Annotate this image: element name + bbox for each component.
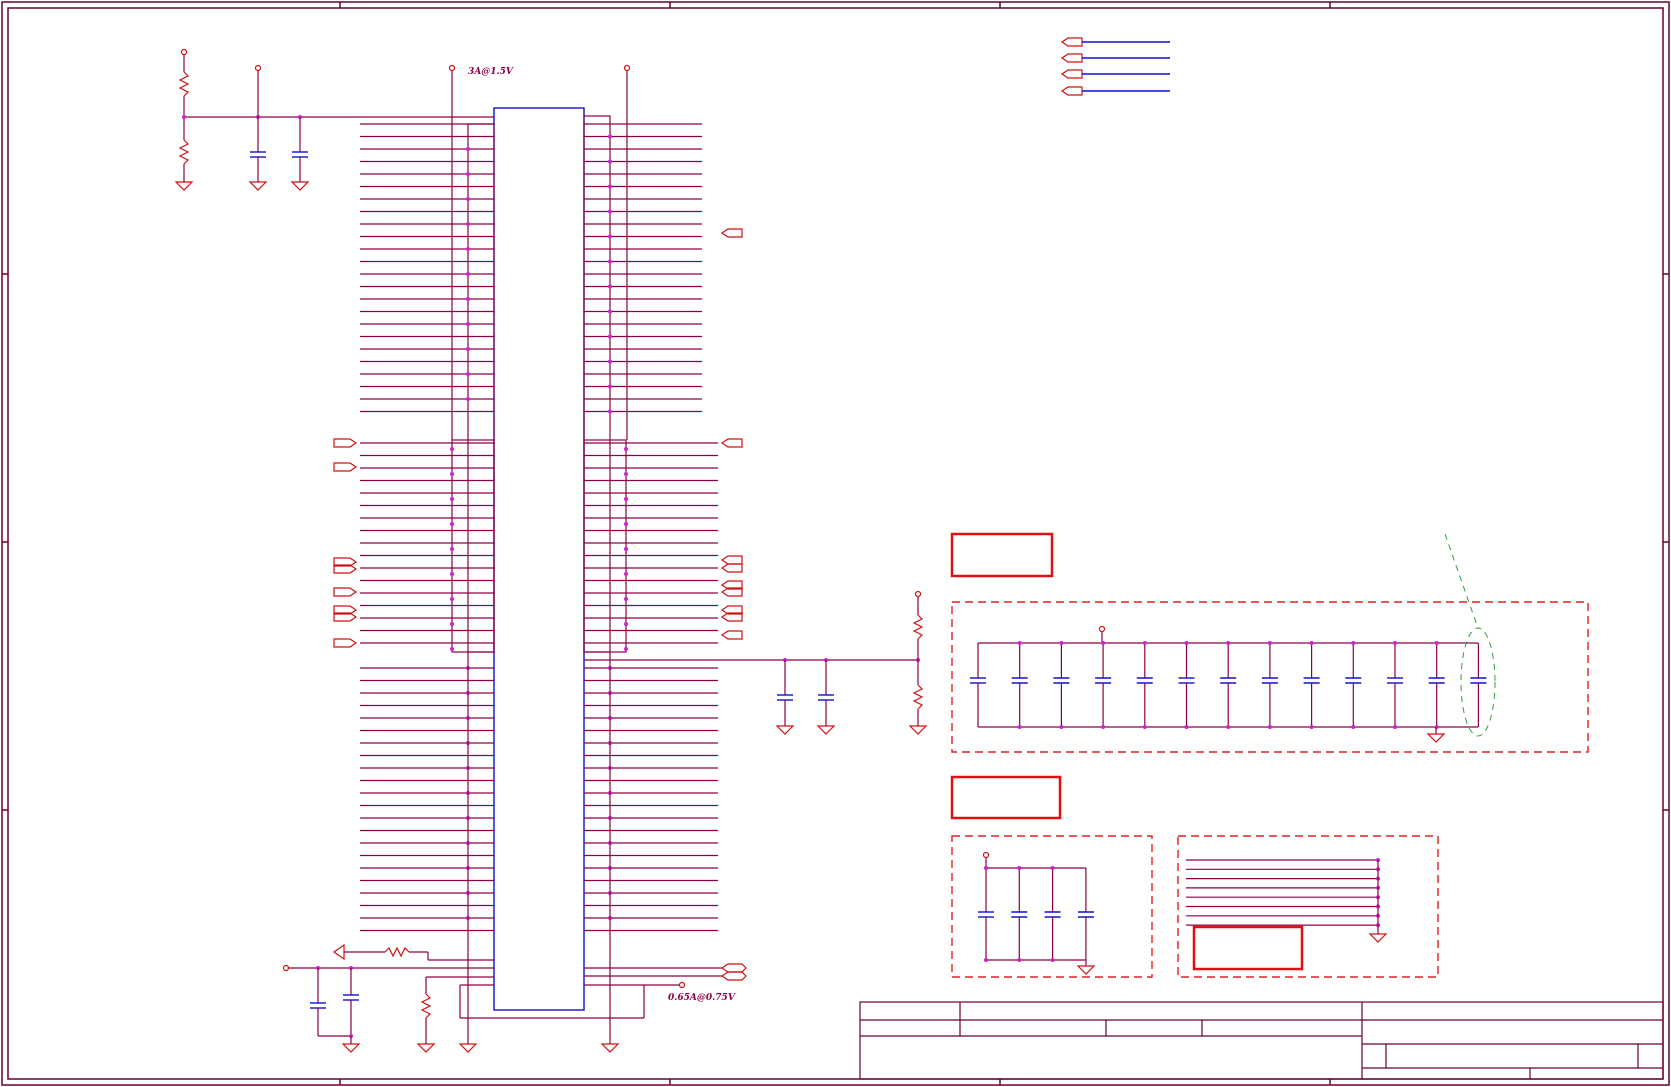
pin-junction	[608, 259, 612, 264]
cap-junction	[1017, 866, 1022, 870]
chip-pin-wires	[333, 123, 743, 932]
output-port-flag	[720, 228, 743, 238]
pin-junction	[624, 447, 628, 451]
cap-junction	[984, 958, 988, 962]
title-block	[859, 1001, 1664, 1080]
cap-junction	[1101, 641, 1106, 645]
pin-junction	[608, 159, 612, 164]
cap-junction	[1393, 725, 1397, 729]
schematic-sheet: 3A@1.5V 0.65A@0.75V	[1, 1, 1670, 1086]
pin-junction	[450, 547, 454, 551]
cap-junction	[1226, 641, 1231, 645]
pin-junction	[450, 522, 454, 526]
cap-junction	[1050, 866, 1055, 870]
input-port-arrow	[333, 438, 358, 448]
cap-junction	[1101, 725, 1106, 729]
pin-junction	[466, 247, 470, 251]
cap-junction	[1142, 725, 1147, 729]
power-rails-top: 3A@1.5V	[448, 64, 631, 440]
pin-junction	[450, 447, 454, 451]
cap-junction	[1309, 641, 1314, 645]
pin-junction	[624, 472, 628, 476]
bottom-left-circuit: 0.65A@0.75V	[282, 652, 747, 1053]
pin-junction	[608, 359, 612, 364]
pin-junction	[608, 209, 612, 214]
bus-labels	[1060, 37, 1170, 96]
cap-junction	[1351, 725, 1356, 729]
vref-divider	[174, 48, 494, 191]
pin-junction	[624, 622, 628, 626]
pin-junction	[450, 497, 454, 501]
cap-junction	[1309, 725, 1314, 729]
cap-junction	[1226, 725, 1231, 729]
pin-junction	[608, 409, 612, 414]
pin-junction	[624, 597, 628, 601]
pin-junction	[450, 622, 454, 626]
vtt-divider	[584, 590, 928, 735]
pin-junction	[466, 222, 470, 226]
cap-junction	[1434, 725, 1439, 729]
pin-junction	[450, 472, 454, 476]
output-port-flag	[720, 555, 743, 565]
nc-bus-lines	[1186, 858, 1380, 928]
pin-junction	[466, 297, 470, 301]
pin-junction	[608, 309, 612, 314]
cap-junction	[1059, 725, 1064, 729]
cap-junction	[1393, 641, 1397, 645]
cap-junction	[1017, 958, 1022, 962]
output-port-flag	[720, 563, 743, 573]
pin-junction	[624, 572, 628, 576]
cap-junction	[1050, 958, 1055, 962]
pin-junction	[466, 322, 470, 326]
cap-junction	[1017, 725, 1022, 729]
resistor-r1	[178, 71, 190, 97]
cap-junction	[1351, 641, 1356, 645]
pin-junction	[624, 522, 628, 526]
memory-chip	[451, 107, 627, 1011]
cap-junction	[1017, 641, 1022, 645]
cap-junction	[1184, 725, 1189, 729]
cap-junction	[1142, 641, 1147, 645]
small-capacitors	[978, 866, 1094, 962]
output-port-flag	[720, 438, 743, 448]
input-port-arrow	[333, 587, 358, 597]
cap-junction	[1434, 641, 1439, 645]
pin-junction	[624, 647, 628, 651]
vref-current-note: 3A@1.5V	[468, 67, 514, 77]
output-port-flag	[720, 630, 743, 640]
bottom-decoupling-section	[950, 775, 1439, 978]
pin-junction	[466, 372, 470, 376]
cap-junction	[984, 866, 988, 870]
resistor-r2	[178, 139, 190, 165]
pin-junction	[450, 597, 454, 601]
pin-junction	[450, 647, 454, 651]
pin-junction	[450, 572, 454, 576]
sheet-border	[1, 1, 1670, 1086]
pin-junction	[608, 334, 612, 339]
cap-junction	[1184, 641, 1189, 645]
pin-junction	[466, 147, 470, 151]
pin-junction	[608, 284, 612, 289]
pin-junction	[624, 497, 628, 501]
cap-junction	[1267, 641, 1272, 645]
pin-junction	[608, 184, 612, 189]
pin-junction	[466, 172, 470, 176]
pin-junction	[624, 547, 628, 551]
decoupling-capacitors	[970, 641, 1487, 729]
cap-junction	[1267, 725, 1272, 729]
input-port-arrow	[333, 462, 358, 472]
input-port-arrow	[333, 638, 358, 648]
pin-junction	[466, 397, 470, 401]
vtt-current-note: 0.65A@0.75V	[668, 993, 736, 1003]
decoupling-section	[950, 532, 1589, 753]
pin-junction	[466, 197, 470, 201]
pin-junction	[466, 272, 470, 276]
pin-junction	[608, 134, 612, 139]
pin-junction	[466, 347, 470, 351]
pin-junction	[608, 234, 612, 239]
pin-junction	[608, 384, 612, 389]
cap-junction	[1059, 641, 1064, 645]
